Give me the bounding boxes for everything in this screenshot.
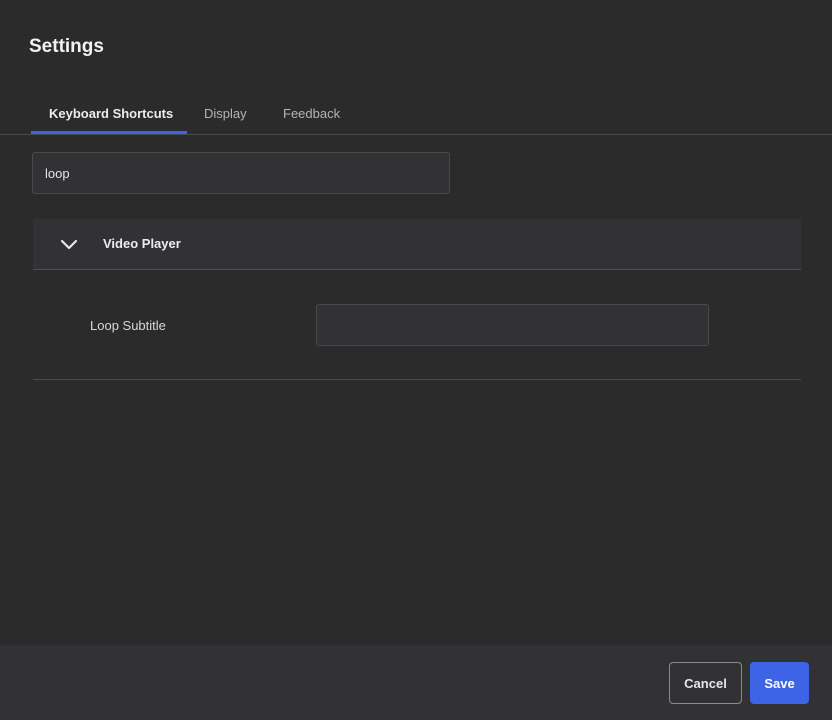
tab-keyboard-shortcuts[interactable]: Keyboard Shortcuts: [31, 97, 191, 134]
search-input[interactable]: [32, 152, 450, 194]
dialog-title: Settings: [29, 36, 104, 57]
settings-dialog: Settings Keyboard Shortcuts Display Feed…: [0, 0, 832, 720]
shortcut-label-loop-subtitle: Loop Subtitle: [90, 318, 166, 333]
chevron-down-icon: [60, 239, 78, 250]
save-button[interactable]: Save: [750, 662, 809, 704]
section-header-video-player[interactable]: Video Player: [33, 219, 801, 270]
section-label: Video Player: [103, 236, 181, 251]
section-divider: [33, 379, 801, 380]
tab-feedback[interactable]: Feedback: [265, 97, 358, 134]
tab-display[interactable]: Display: [186, 97, 265, 134]
tab-bar: Keyboard Shortcuts Display Feedback: [0, 97, 832, 135]
shortcut-input-loop-subtitle[interactable]: [316, 304, 709, 346]
dialog-footer: Cancel Save: [0, 645, 832, 720]
cancel-button[interactable]: Cancel: [669, 662, 742, 704]
active-tab-indicator: [31, 131, 187, 134]
